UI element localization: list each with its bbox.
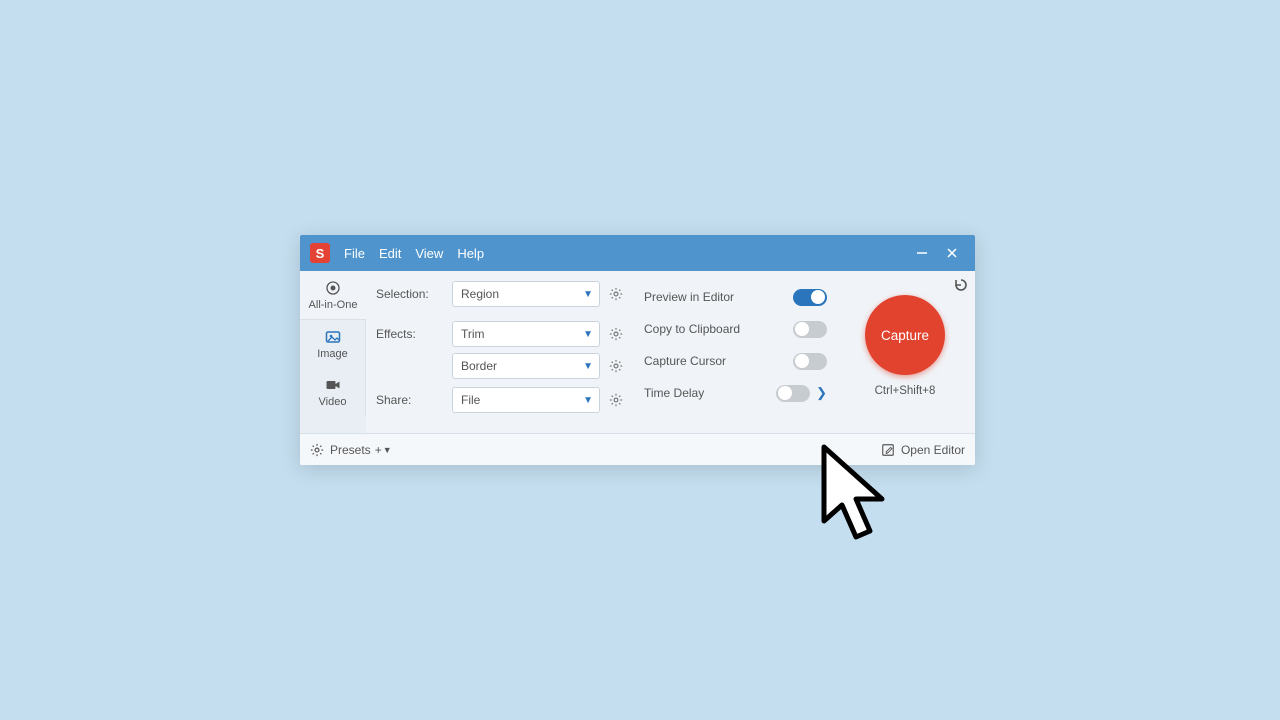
menu-file[interactable]: File: [344, 246, 365, 261]
toggle-label: Time Delay: [644, 386, 776, 400]
gear-icon: [310, 443, 324, 457]
cursor-toggle[interactable]: [793, 353, 827, 370]
menu-help[interactable]: Help: [457, 246, 484, 261]
gear-icon: [609, 393, 623, 407]
plus-icon: +: [375, 443, 382, 457]
chevron-down-icon: ▼: [583, 361, 593, 372]
chevron-down-icon: ▼: [583, 395, 593, 406]
body: All-in-One Image Video: [300, 271, 975, 433]
gear-icon: [609, 359, 623, 373]
video-icon: [304, 376, 361, 394]
menu-edit[interactable]: Edit: [379, 246, 401, 261]
tab-label: Video: [304, 396, 361, 408]
open-editor-button[interactable]: Open Editor: [881, 443, 965, 457]
open-editor-label: Open Editor: [901, 443, 965, 457]
effects-dropdown-1[interactable]: Trim ▼: [452, 321, 600, 347]
presets-button[interactable]: Presets: [310, 443, 371, 457]
presets-label: Presets: [330, 443, 371, 457]
menu-view[interactable]: View: [415, 246, 443, 261]
minimize-icon: [916, 247, 928, 259]
footer: Presets +▼ Open Editor: [300, 433, 975, 465]
share-row: Share: File ▼: [376, 387, 626, 413]
effects-label: Effects:: [376, 327, 446, 341]
image-icon: [304, 328, 361, 346]
share-settings-button[interactable]: [606, 390, 626, 410]
chevron-down-icon: ▼: [583, 329, 593, 340]
effects-row-2: Border ▼: [376, 353, 626, 379]
capture-button[interactable]: Capture: [865, 295, 945, 375]
tab-video[interactable]: Video: [300, 368, 366, 416]
capture-shortcut: Ctrl+Shift+8: [875, 385, 936, 397]
preview-toggle-row: Preview in Editor: [644, 281, 827, 313]
delay-expand-button[interactable]: ❯: [816, 385, 827, 401]
toggle-label: Copy to Clipboard: [644, 322, 793, 336]
tab-image[interactable]: Image: [300, 320, 366, 368]
app-icon: S: [310, 243, 330, 263]
clipboard-toggle[interactable]: [793, 321, 827, 338]
chevron-down-icon: ▼: [583, 289, 593, 300]
side-tabs: All-in-One Image Video: [300, 271, 366, 433]
tab-all-in-one[interactable]: All-in-One: [300, 271, 366, 320]
toggles-column: Preview in Editor Copy to Clipboard Capt…: [644, 281, 827, 419]
tab-label: Image: [304, 348, 361, 360]
dropdown-text: Trim: [461, 327, 583, 341]
preview-toggle[interactable]: [793, 289, 827, 306]
chevron-down-icon: ▼: [383, 445, 392, 455]
target-icon: [304, 279, 362, 297]
snagit-capture-window: S File Edit View Help All-in-One: [300, 235, 975, 465]
dropdown-text: Region: [461, 287, 583, 301]
selection-row: Selection: Region ▼: [376, 281, 626, 307]
delay-toggle-row: Time Delay ❯: [644, 377, 827, 409]
add-preset-button[interactable]: +▼: [375, 443, 392, 457]
effects-dropdown-2[interactable]: Border ▼: [452, 353, 600, 379]
dropdown-text: Border: [461, 359, 583, 373]
close-button[interactable]: [937, 239, 967, 267]
effects-row-1: Effects: Trim ▼: [376, 321, 626, 347]
minimize-button[interactable]: [907, 239, 937, 267]
toggle-label: Preview in Editor: [644, 290, 793, 304]
capture-column: Capture Ctrl+Shift+8: [845, 281, 965, 419]
clipboard-toggle-row: Copy to Clipboard: [644, 313, 827, 345]
gear-icon: [609, 327, 623, 341]
titlebar: S File Edit View Help: [300, 235, 975, 271]
settings-column: Selection: Region ▼ Effects: Trim ▼: [376, 281, 626, 419]
gear-icon: [609, 287, 623, 301]
toggle-label: Capture Cursor: [644, 354, 793, 368]
cursor-toggle-row: Capture Cursor: [644, 345, 827, 377]
effects-settings-button-2[interactable]: [606, 356, 626, 376]
share-dropdown[interactable]: File ▼: [452, 387, 600, 413]
tab-label: All-in-One: [304, 299, 362, 311]
selection-label: Selection:: [376, 287, 446, 301]
dropdown-text: File: [461, 393, 583, 407]
delay-toggle[interactable]: [776, 385, 810, 402]
main-panel: Selection: Region ▼ Effects: Trim ▼: [366, 271, 975, 433]
selection-settings-button[interactable]: [606, 284, 626, 304]
close-icon: [946, 247, 958, 259]
effects-settings-button-1[interactable]: [606, 324, 626, 344]
selection-dropdown[interactable]: Region ▼: [452, 281, 600, 307]
edit-icon: [881, 443, 895, 457]
share-label: Share:: [376, 393, 446, 407]
